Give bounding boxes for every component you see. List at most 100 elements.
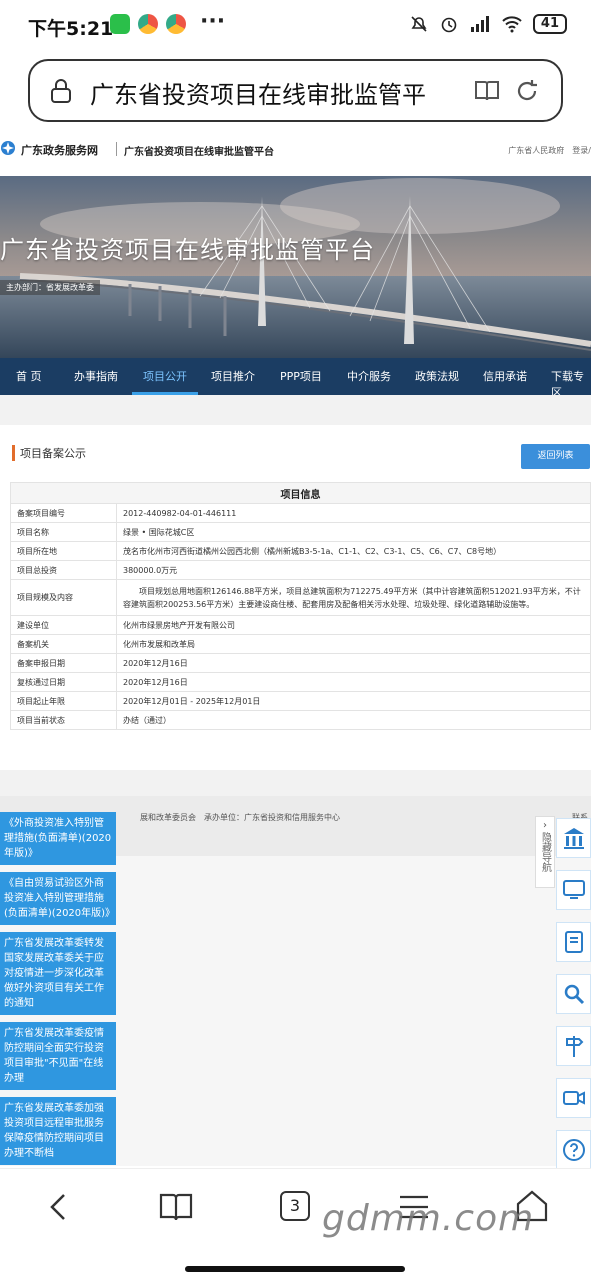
row-value: 2020年12月16日 [116, 672, 591, 692]
policy-link[interactable]: 广东省发展改革委疫情防控期间全面实行投资项目审批"不见面"在线办理 [0, 1022, 116, 1090]
document-tool[interactable] [556, 922, 591, 962]
table-row: 项目起止年限 2020年12月01日 - 2025年12月01日 [10, 691, 591, 711]
row-value: 办结（通过） [116, 710, 591, 730]
signal-icon [470, 16, 489, 32]
banner-title: 广东省投资项目在线审批监管平台 [0, 236, 375, 264]
nav-credit[interactable]: 信用承诺 [483, 368, 527, 384]
browser-bottom-bar: 3 gdmm.com [0, 1168, 591, 1280]
row-value: 项目规划总用地面积126146.88平方米，项目总建筑面积为712275.49平… [116, 579, 591, 616]
spacer [0, 395, 591, 425]
row-key: 项目总投资 [10, 560, 117, 580]
bookmarks-icon[interactable] [158, 1191, 194, 1223]
watermark-text: gdmm.com [322, 1198, 535, 1239]
nav-home[interactable]: 首 页 [16, 368, 42, 384]
hero-banner: 广东省投资项目在线审批监管平台 主办部门：省发展改革委 [0, 176, 591, 358]
policy-link[interactable]: 广东省发展改革委转发国家发展改革委关于应对疫情进一步深化改革做好外资项目有关工作… [0, 932, 116, 1015]
row-key: 建设单位 [10, 615, 117, 635]
home-indicator[interactable] [185, 1266, 405, 1272]
nav-project-promo[interactable]: 项目推介 [211, 368, 255, 384]
header-links: 广东省人民政府 登录/ [508, 145, 591, 156]
browser-app-icon-2 [166, 14, 186, 34]
row-key: 备案申报日期 [10, 653, 117, 673]
status-bar: 下午5:21 ··· 41 [0, 0, 591, 52]
nav-policy[interactable]: 政策法规 [415, 368, 459, 384]
video-camera-icon [562, 1091, 585, 1105]
table-row: 复核通过日期 2020年12月16日 [10, 672, 591, 692]
status-more-icon: ··· [200, 9, 226, 34]
header-link-gov[interactable]: 广东省人民政府 [508, 145, 564, 156]
alarm-icon [441, 17, 457, 33]
row-value: 2020年12月16日 [116, 653, 591, 673]
policy-link[interactable]: 《自由贸易试验区外商投资准入特别管理措施(负面清单)(2020年版)》 [0, 872, 116, 925]
table-row: 备案机关 化州市发展和改革局 [10, 634, 591, 654]
row-key: 复核通过日期 [10, 672, 117, 692]
gov-logo-icon [1, 141, 15, 155]
main-nav: 首 页 办事指南 项目公开 项目推介 PPP项目 中介服务 政策法规 信用承诺 … [0, 358, 591, 399]
nav-project-public[interactable]: 项目公开 [143, 368, 187, 384]
nav-guide[interactable]: 办事指南 [74, 368, 118, 384]
table-row: 项目规模及内容 项目规划总用地面积126146.88平方米，项目总建筑面积为712… [10, 579, 591, 616]
back-to-list-button[interactable]: 返回列表 [521, 444, 590, 469]
row-key: 备案机关 [10, 634, 117, 654]
signpost-tool[interactable] [556, 1026, 591, 1066]
table-row: 项目所在地 茂名市化州市河西街道橘州公园西北侧（橘州新城B3-5-1a、C1-1、… [10, 541, 591, 561]
spacer [0, 770, 591, 796]
gov-site-name[interactable]: 广东政务服务网 [21, 142, 98, 158]
row-value: 绿景 • 国际花城C区 [116, 522, 591, 542]
side-toolbar [556, 818, 591, 1216]
banner-subtitle: 主办部门：省发展改革委 [0, 280, 100, 295]
table-row: 项目名称 绿景 • 国际花城C区 [10, 522, 591, 542]
row-value: 2020年12月01日 - 2025年12月01日 [116, 691, 591, 711]
nav-agency[interactable]: 中介服务 [347, 368, 391, 384]
status-right-group: 41 [409, 14, 567, 34]
search-tool[interactable] [556, 974, 591, 1014]
lock-icon [51, 79, 71, 103]
row-key: 项目起止年限 [10, 691, 117, 711]
battery-indicator: 41 [532, 14, 567, 34]
tabs-button[interactable]: 3 [280, 1191, 310, 1221]
policy-link[interactable]: 广东省发展改革委加强投资项目远程审批服务保障疫情防控期间项目办理不断档 [0, 1097, 116, 1165]
header-link-login[interactable]: 登录/ [572, 145, 591, 156]
policy-floating-list: 《外商投资准入特别管理措施(负面清单)(2020年版)》 《自由贸易试验区外商投… [0, 812, 116, 1172]
site-header: 广东政务服务网 广东省投资项目在线审批监管平台 广东省人民政府 登录/ [0, 136, 591, 176]
computer-icon [562, 880, 585, 899]
platform-name[interactable]: 广东省投资项目在线审批监管平台 [124, 143, 274, 158]
table-row: 项目总投资 380000.0万元 [10, 560, 591, 580]
mute-icon [411, 16, 427, 32]
address-bar[interactable]: 广东省投资项目在线审批监管平 [28, 59, 563, 122]
row-key: 项目规模及内容 [10, 579, 117, 616]
table-row: 备案申报日期 2020年12月16日 [10, 653, 591, 673]
hide-nav-label: 隐藏导航 [539, 832, 551, 872]
document-icon [564, 931, 583, 953]
search-icon [564, 984, 584, 1005]
status-time: 下午5:21 [28, 18, 114, 40]
building-tool[interactable] [556, 818, 591, 858]
row-value: 茂名市化州市河西街道橘州公园西北侧（橘州新城B3-5-1a、C1-1、C2、C3… [116, 541, 591, 561]
table-header: 项目信息 [10, 482, 591, 504]
back-icon[interactable] [46, 1189, 70, 1225]
row-key: 备案项目编号 [10, 503, 117, 523]
building-icon [563, 828, 584, 849]
address-text[interactable]: 广东省投资项目在线审批监管平 [90, 75, 438, 110]
table-row: 备案项目编号 2012-440982-04-01-446111 [10, 503, 591, 523]
header-divider [116, 142, 117, 156]
table-row: 项目当前状态 办结（通过） [10, 710, 591, 730]
computer-tool[interactable] [556, 870, 591, 910]
footer-text: 展和改革委员会 承办单位：广东省投资和信用服务中心 [140, 813, 340, 822]
hide-nav-button[interactable]: › 隐藏导航 [535, 816, 555, 888]
section-title: 项目备案公示 [20, 447, 86, 460]
browser-app-icon [138, 14, 158, 34]
question-icon [562, 1139, 585, 1161]
bridge-image [0, 178, 591, 358]
policy-link[interactable]: 《外商投资准入特别管理措施(负面清单)(2020年版)》 [0, 812, 116, 865]
status-app-icons [110, 14, 186, 34]
signpost-icon [565, 1036, 583, 1057]
row-value: 化州市绿景房地产开发有限公司 [116, 615, 591, 635]
row-value: 380000.0万元 [116, 560, 591, 580]
table-row: 建设单位 化州市绿景房地产开发有限公司 [10, 615, 591, 635]
reload-icon[interactable] [513, 77, 541, 105]
video-tool[interactable] [556, 1078, 591, 1118]
nav-ppp[interactable]: PPP项目 [280, 368, 322, 384]
reader-mode-icon[interactable] [473, 77, 501, 105]
help-tool[interactable] [556, 1130, 591, 1170]
